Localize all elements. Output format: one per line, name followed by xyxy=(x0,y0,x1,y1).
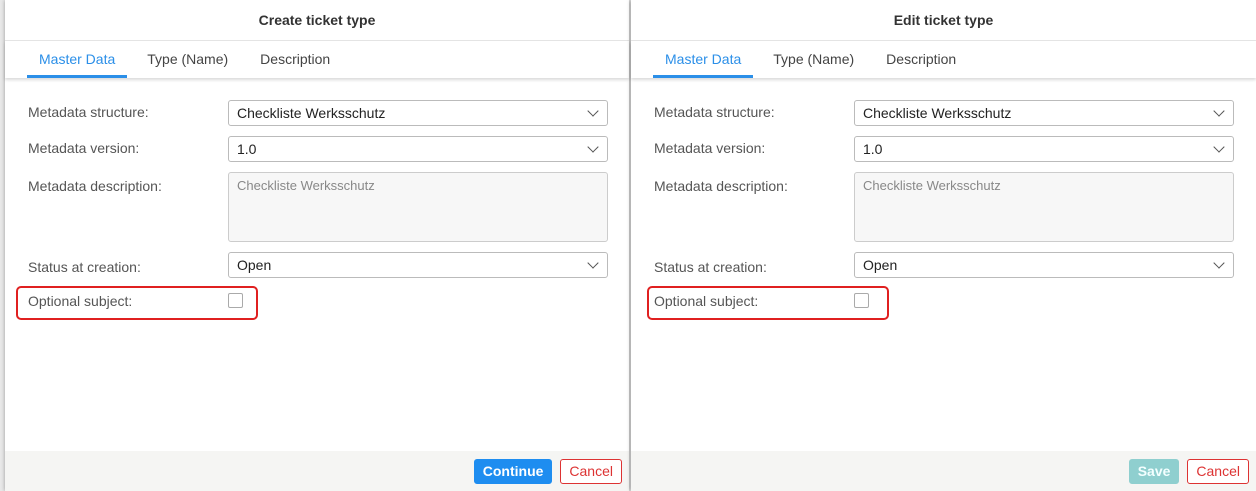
description-row: Metadata description: Checkliste Werkssc… xyxy=(28,172,608,242)
optional-subject-checkbox[interactable] xyxy=(854,293,869,308)
tab-type-name[interactable]: Type (Name) xyxy=(761,41,866,78)
optional-subject-label: Optional subject: xyxy=(654,293,759,309)
tab-master-data[interactable]: Master Data xyxy=(27,41,128,78)
version-row: Metadata version: 1.0 xyxy=(28,136,608,162)
description-textarea: Checkliste Werksschutz xyxy=(854,172,1234,242)
version-select[interactable]: 1.0 xyxy=(228,136,608,162)
status-row: Status at creation: Open xyxy=(28,252,608,278)
description-textarea: Checkliste Werksschutz xyxy=(228,172,608,242)
chevron-down-icon xyxy=(587,141,599,153)
status-row: Status at creation: Open xyxy=(654,252,1234,278)
create-ticket-type-dialog: Create ticket type Master Data Type (Nam… xyxy=(5,0,629,491)
optional-subject-checkbox[interactable] xyxy=(228,293,243,308)
structure-value: Checkliste Werksschutz xyxy=(237,105,386,121)
version-row: Metadata version: 1.0 xyxy=(654,136,1234,162)
continue-button[interactable]: Continue xyxy=(473,458,553,484)
tab-description[interactable]: Description xyxy=(874,41,968,78)
dialog-title: Edit ticket type xyxy=(631,0,1256,41)
dialog-footer: Save Cancel xyxy=(631,451,1256,491)
structure-select[interactable]: Checkliste Werksschutz xyxy=(228,100,608,126)
description-row: Metadata description: Checkliste Werkssc… xyxy=(654,172,1234,242)
save-button[interactable]: Save xyxy=(1128,458,1180,484)
optional-subject-row: Optional subject: xyxy=(654,289,869,309)
status-value: Open xyxy=(237,257,272,273)
status-select[interactable]: Open xyxy=(228,252,608,278)
chevron-down-icon xyxy=(587,105,599,117)
chevron-down-icon xyxy=(587,257,599,269)
status-select[interactable]: Open xyxy=(854,252,1234,278)
description-label: Metadata description: xyxy=(654,178,788,194)
status-label: Status at creation: xyxy=(28,259,141,275)
tab-bar: Master Data Type (Name) Description xyxy=(5,41,629,78)
structure-select[interactable]: Checkliste Werksschutz xyxy=(854,100,1234,126)
structure-label: Metadata structure: xyxy=(654,104,775,120)
optional-subject-label: Optional subject: xyxy=(28,293,133,309)
dialog-footer: Continue Cancel xyxy=(5,451,629,491)
version-value: 1.0 xyxy=(863,141,883,157)
version-select[interactable]: 1.0 xyxy=(854,136,1234,162)
optional-subject-row: Optional subject: xyxy=(28,289,243,309)
edit-ticket-type-dialog: Edit ticket type Master Data Type (Name)… xyxy=(631,0,1256,491)
chevron-down-icon xyxy=(1213,105,1225,117)
cancel-button[interactable]: Cancel xyxy=(560,458,622,484)
tab-description[interactable]: Description xyxy=(248,41,342,78)
version-label: Metadata version: xyxy=(654,140,766,156)
tab-type-name[interactable]: Type (Name) xyxy=(135,41,240,78)
description-label: Metadata description: xyxy=(28,178,162,194)
dialog-title: Create ticket type xyxy=(5,0,629,41)
tab-master-data[interactable]: Master Data xyxy=(653,41,754,78)
structure-row: Metadata structure: Checkliste Werksschu… xyxy=(654,100,1234,126)
structure-row: Metadata structure: Checkliste Werksschu… xyxy=(28,100,608,126)
version-value: 1.0 xyxy=(237,141,257,157)
status-value: Open xyxy=(863,257,898,273)
status-label: Status at creation: xyxy=(654,259,767,275)
cancel-button[interactable]: Cancel xyxy=(1187,458,1249,484)
version-label: Metadata version: xyxy=(28,140,140,156)
chevron-down-icon xyxy=(1213,141,1225,153)
chevron-down-icon xyxy=(1213,257,1225,269)
tab-bar: Master Data Type (Name) Description xyxy=(631,41,1256,78)
structure-value: Checkliste Werksschutz xyxy=(863,105,1012,121)
structure-label: Metadata structure: xyxy=(28,104,149,120)
